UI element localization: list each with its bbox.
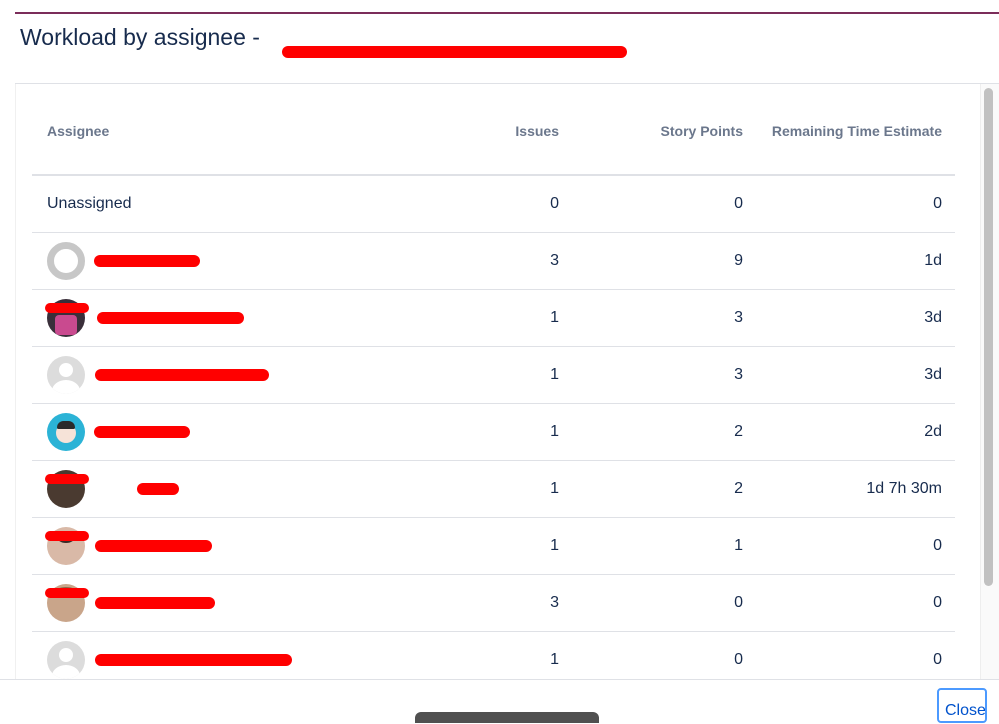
workload-table: Assignee Issues Story Points Remaining T… bbox=[32, 107, 955, 689]
title-redaction-mark bbox=[282, 46, 627, 58]
table-row: Unassigned 0 0 0 bbox=[32, 175, 955, 233]
issues-cell: 1 bbox=[452, 346, 572, 404]
issues-cell: 1 bbox=[452, 403, 572, 461]
avatar bbox=[47, 355, 85, 394]
assignee-cell: Unassigned bbox=[32, 175, 452, 233]
column-header-issues: Issues bbox=[452, 107, 572, 176]
face-redaction-mark bbox=[45, 530, 89, 541]
issues-cell: 3 bbox=[452, 574, 572, 632]
table-header-row: Assignee Issues Story Points Remaining T… bbox=[32, 107, 955, 176]
name-redaction-mark bbox=[95, 653, 292, 666]
workload-dialog: Workload by assignee - Assignee Issues S… bbox=[0, 0, 999, 724]
name-redaction-mark bbox=[137, 482, 179, 495]
toast-edge bbox=[415, 712, 599, 723]
story-points-cell: 3 bbox=[572, 346, 756, 404]
table-row: 3 9 1d bbox=[32, 232, 955, 290]
table-row: 3 0 0 bbox=[32, 574, 955, 632]
remaining-time-cell: 2d bbox=[756, 403, 955, 461]
avatar bbox=[47, 241, 85, 280]
assignee-cell bbox=[32, 517, 452, 575]
table-row: 1 2 2d bbox=[32, 403, 955, 461]
assignee-cell bbox=[32, 346, 452, 404]
assignee-cell bbox=[32, 460, 452, 518]
name-redaction-mark bbox=[95, 539, 212, 552]
assignee-cell bbox=[32, 403, 452, 461]
table-row: 1 1 0 bbox=[32, 517, 955, 575]
story-points-cell: 1 bbox=[572, 517, 756, 575]
name-redaction-mark bbox=[94, 254, 200, 267]
remaining-time-cell: 3d bbox=[756, 346, 955, 404]
assignee-cell bbox=[32, 289, 452, 347]
remaining-time-cell: 3d bbox=[756, 289, 955, 347]
column-header-assignee: Assignee bbox=[32, 107, 452, 176]
story-points-cell: 0 bbox=[572, 175, 756, 233]
column-header-story-points: Story Points bbox=[572, 107, 756, 176]
story-points-cell: 2 bbox=[572, 403, 756, 461]
dialog-title: Workload by assignee - bbox=[20, 24, 260, 50]
assignee-cell bbox=[32, 232, 452, 290]
assignee-cell bbox=[32, 574, 452, 632]
table-row: 1 3 3d bbox=[32, 346, 955, 404]
issues-cell: 0 bbox=[452, 175, 572, 233]
remaining-time-cell: 1d 7h 30m bbox=[756, 460, 955, 518]
issues-cell: 1 bbox=[452, 517, 572, 575]
issues-cell: 3 bbox=[452, 232, 572, 290]
story-points-cell: 3 bbox=[572, 289, 756, 347]
table-row: 1 3 3d bbox=[32, 289, 955, 347]
assignee-name: Unassigned bbox=[47, 194, 132, 212]
name-redaction-mark bbox=[95, 596, 215, 609]
story-points-cell: 9 bbox=[572, 232, 756, 290]
remaining-time-cell: 0 bbox=[756, 517, 955, 575]
name-redaction-mark bbox=[94, 425, 190, 438]
story-points-cell: 2 bbox=[572, 460, 756, 518]
remaining-time-cell: 0 bbox=[756, 574, 955, 632]
face-redaction-mark bbox=[45, 473, 89, 484]
close-button[interactable]: Close bbox=[937, 688, 987, 723]
issues-cell: 1 bbox=[452, 289, 572, 347]
scrollbar-thumb[interactable] bbox=[984, 88, 993, 586]
avatar bbox=[47, 640, 85, 679]
column-header-remaining-time: Remaining Time Estimate bbox=[756, 107, 955, 176]
story-points-cell: 0 bbox=[572, 574, 756, 632]
name-redaction-mark bbox=[97, 311, 244, 324]
remaining-time-cell: 0 bbox=[756, 175, 955, 233]
face-redaction-mark bbox=[45, 302, 89, 313]
issues-cell: 1 bbox=[452, 460, 572, 518]
name-redaction-mark bbox=[95, 368, 269, 381]
table-row: 1 2 1d 7h 30m bbox=[32, 460, 955, 518]
face-redaction-mark bbox=[45, 587, 89, 598]
avatar bbox=[47, 412, 85, 451]
remaining-time-cell: 1d bbox=[756, 232, 955, 290]
